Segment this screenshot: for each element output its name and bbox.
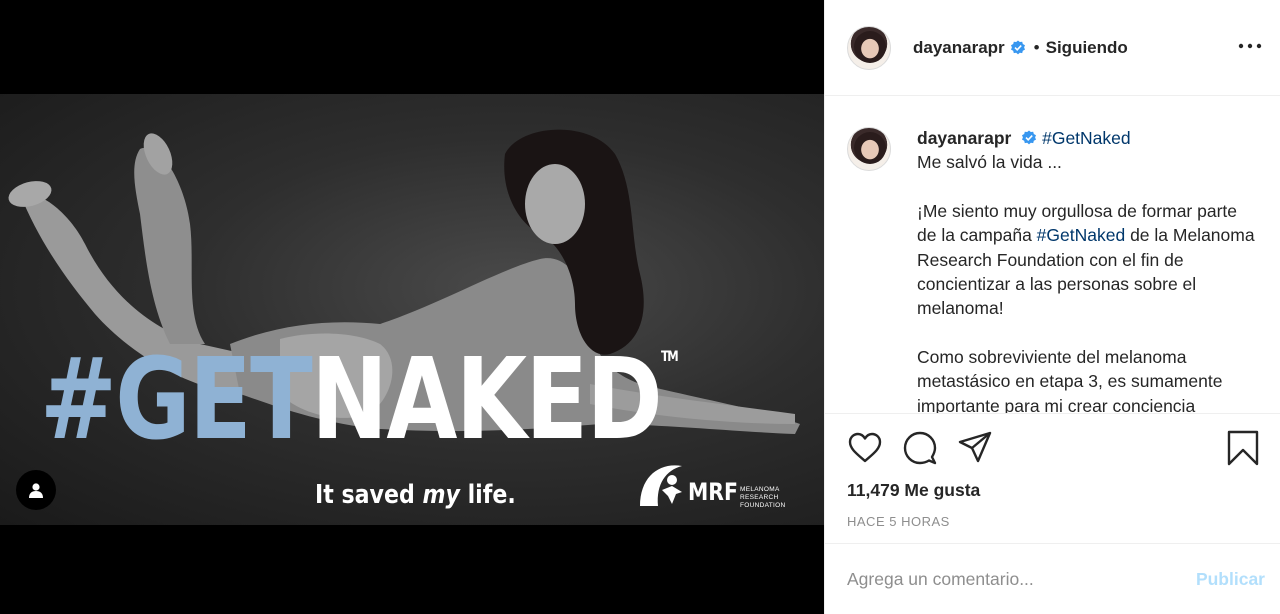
caption-hashtag[interactable]: #GetNaked xyxy=(1037,225,1126,245)
headline-get: GET xyxy=(115,335,312,465)
following-button[interactable]: Siguiendo xyxy=(1046,38,1128,58)
header-username[interactable]: dayanarapr xyxy=(913,38,1005,58)
more-options-icon[interactable] xyxy=(1237,36,1263,56)
campaign-tagline: It saved my life. xyxy=(315,480,516,510)
post-media[interactable]: #GETNAKEDTM It saved my life. MRF MELANO… xyxy=(0,0,824,614)
mrf-emblem-icon xyxy=(640,465,682,506)
headline-naked: NAKED xyxy=(311,335,663,465)
bookmark-icon[interactable] xyxy=(1225,430,1261,466)
mrf-sub-line: RESEARCH xyxy=(740,494,779,501)
caption-paragraph: Como sobreviviente del melanoma metastás… xyxy=(917,346,1223,414)
separator-dot: • xyxy=(1033,37,1040,57)
post-header: dayanarapr • Siguiendo xyxy=(825,0,1280,96)
tagline-start: It saved xyxy=(315,480,423,510)
caption-paragraph: ¡Me siento muy orgullosa de formar parte… xyxy=(917,199,1257,321)
caption-avatar[interactable] xyxy=(847,127,891,171)
mrf-subtitle: MELANOMA RESEARCH FOUNDATION xyxy=(740,486,786,510)
heart-icon[interactable] xyxy=(847,430,883,466)
comment-icon[interactable] xyxy=(902,430,938,466)
caption-username[interactable]: dayanarapr xyxy=(917,128,1011,148)
verified-badge-icon xyxy=(1010,40,1025,54)
trademark: TM xyxy=(661,349,679,365)
comment-input[interactable] xyxy=(847,568,1196,590)
mrf-sub-line: MELANOMA xyxy=(740,486,780,493)
tagline-end: life. xyxy=(459,480,516,510)
caption-header-line: dayanarapr #GetNaked xyxy=(917,126,1257,150)
mrf-sub-line: FOUNDATION xyxy=(740,502,786,509)
tagged-users-button[interactable] xyxy=(16,470,56,510)
caption-area: dayanarapr #GetNaked Me salvó la vida ..… xyxy=(825,96,1280,414)
mrf-logo: MRF MELANOMA RESEARCH FOUNDATION xyxy=(636,456,796,512)
publish-button[interactable]: Publicar xyxy=(1196,569,1265,590)
caption-line: Me salvó la vida ... xyxy=(917,152,1062,173)
getnaked-headline: #GETNAKEDTM xyxy=(40,344,679,456)
likes-count[interactable]: 11,479 Me gusta xyxy=(847,480,980,501)
comment-box: Publicar xyxy=(825,544,1280,614)
tagline-emphasis: my xyxy=(422,480,460,510)
avatar[interactable] xyxy=(847,25,891,70)
verified-badge-icon xyxy=(1022,130,1037,145)
caption-hashtag[interactable]: #GetNaked xyxy=(1042,128,1131,148)
user-icon xyxy=(29,483,43,498)
post-actions: 11,479 Me gusta HACE 5 HORAS xyxy=(825,414,1280,544)
instagram-post: #GETNAKEDTM It saved my life. MRF MELANO… xyxy=(0,0,1280,614)
post-timestamp[interactable]: HACE 5 HORAS xyxy=(847,514,950,529)
mrf-wordmark: MRF xyxy=(688,478,738,506)
headline-hash: # xyxy=(40,335,117,465)
caption-text: dayanarapr #GetNaked Me salvó la vida ..… xyxy=(917,126,1257,413)
share-icon[interactable] xyxy=(957,430,993,466)
post-side-panel: dayanarapr • Siguiendo dayanarapr #GetNa… xyxy=(824,0,1280,614)
